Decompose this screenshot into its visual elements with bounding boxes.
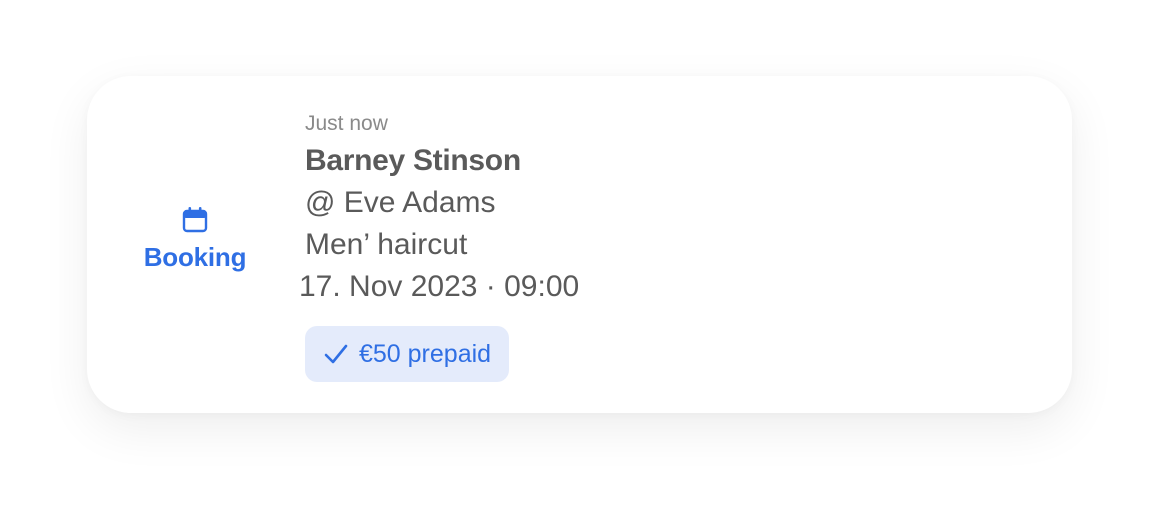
prepaid-badge-label: €50 prepaid xyxy=(359,340,492,368)
service-name: Men’ haircut xyxy=(305,228,468,261)
booking-notification-card[interactable]: Booking Just now Barney Stinson @ Eve Ad… xyxy=(87,76,1072,413)
staff-name: @ Eve Adams xyxy=(305,186,496,219)
prepaid-badge: €50 prepaid xyxy=(305,326,510,382)
customer-name: Barney Stinson xyxy=(305,144,521,177)
calendar-icon xyxy=(182,207,208,233)
notification-type: Booking xyxy=(127,204,263,272)
timestamp: Just now xyxy=(305,112,388,135)
check-icon xyxy=(324,344,348,364)
booking-details: Just now Barney Stinson @ Eve Adams Men’… xyxy=(299,110,579,382)
booking-datetime: 17. Nov 2023 · 09:00 xyxy=(299,270,580,303)
notification-type-label: Booking xyxy=(143,242,247,272)
